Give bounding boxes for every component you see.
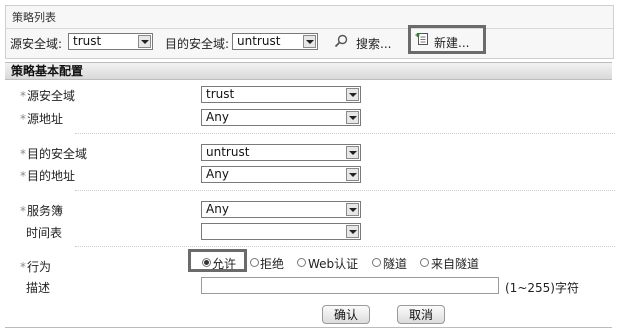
- search-label: 搜索...: [356, 37, 392, 51]
- action-from-tunnel-radio[interactable]: [420, 258, 429, 267]
- chevron-down-icon[interactable]: [346, 203, 359, 216]
- chevron-down-icon[interactable]: [346, 111, 359, 124]
- dst-addr-label: *目的地址: [20, 167, 75, 184]
- cancel-button[interactable]: 取消: [397, 305, 445, 324]
- dst-zone-filter-value: untrust: [237, 34, 281, 48]
- src-zone-label: *源安全域: [20, 87, 75, 104]
- new-document-icon: [415, 33, 428, 45]
- service-select[interactable]: Any: [201, 201, 361, 218]
- required-mark: *: [20, 204, 26, 218]
- action-allow-label[interactable]: 允许: [212, 255, 236, 272]
- section-title: 策略基本配置: [11, 64, 84, 78]
- service-label-text: 服务簿: [27, 204, 64, 218]
- src-zone-value: trust: [206, 87, 235, 101]
- chevron-down-icon[interactable]: [346, 225, 359, 238]
- description-label: 描述: [26, 281, 51, 295]
- required-mark: *: [20, 169, 26, 183]
- required-mark: *: [20, 89, 26, 103]
- src-addr-select[interactable]: Any: [201, 109, 361, 126]
- schedule-label: 时间表: [26, 226, 63, 240]
- dst-zone-label-text: 目的安全域: [27, 147, 88, 161]
- dst-addr-value: Any: [206, 167, 229, 181]
- required-mark: *: [20, 147, 26, 161]
- search-icon: [334, 34, 348, 48]
- service-label: *服务簿: [20, 202, 63, 219]
- policy-list-panel: 策略列表: [5, 5, 614, 59]
- chevron-down-icon[interactable]: [346, 146, 359, 159]
- schedule-select[interactable]: [201, 223, 361, 240]
- src-zone-label-text: 源安全域: [27, 89, 76, 103]
- action-tunnel-radio[interactable]: [372, 258, 381, 267]
- chevron-down-icon[interactable]: [138, 35, 151, 48]
- dst-zone-filter-label: 目的安全域:: [165, 37, 230, 51]
- action-allow-radio[interactable]: [202, 258, 211, 267]
- divider: [5, 327, 612, 328]
- action-deny-radio[interactable]: [250, 258, 259, 267]
- action-deny-label[interactable]: 拒绝: [260, 255, 284, 272]
- divider: [75, 246, 615, 247]
- dst-zone-label: *目的安全域: [20, 145, 87, 162]
- search-button[interactable]: 搜索...: [332, 31, 402, 51]
- src-addr-value: Any: [206, 110, 229, 124]
- description-length-hint: (1~255)字符: [505, 281, 579, 295]
- action-web-auth-label[interactable]: Web认证: [308, 255, 358, 272]
- divider: [75, 190, 615, 191]
- action-label: *行为: [20, 258, 51, 275]
- src-addr-label-text: 源地址: [27, 112, 64, 126]
- divider: [6, 28, 613, 29]
- new-label: 新建...: [434, 36, 470, 50]
- section-header: 策略基本配置: [5, 62, 612, 80]
- new-button[interactable]: 新建...: [412, 29, 482, 50]
- action-from-tunnel-label[interactable]: 来自隧道: [431, 255, 479, 272]
- required-mark: *: [20, 260, 26, 274]
- src-zone-select[interactable]: trust: [201, 86, 361, 103]
- confirm-button[interactable]: 确认: [322, 305, 370, 324]
- dst-zone-select[interactable]: untrust: [201, 144, 361, 161]
- dst-zone-value: untrust: [206, 145, 250, 159]
- src-zone-filter-select[interactable]: trust: [68, 33, 153, 50]
- dst-addr-select[interactable]: Any: [201, 166, 361, 183]
- src-addr-label: *源地址: [20, 110, 63, 127]
- required-mark: *: [20, 112, 26, 126]
- src-zone-filter-value: trust: [73, 34, 102, 48]
- chevron-down-icon[interactable]: [346, 168, 359, 181]
- policy-list-title: 策略列表: [12, 11, 56, 24]
- dst-zone-filter-select[interactable]: untrust: [232, 33, 318, 50]
- src-zone-filter-label: 源安全域:: [10, 37, 63, 51]
- service-value: Any: [206, 202, 229, 216]
- action-tunnel-label[interactable]: 隧道: [383, 255, 407, 272]
- action-label-text: 行为: [27, 260, 52, 274]
- divider: [75, 133, 615, 134]
- chevron-down-icon[interactable]: [303, 35, 316, 48]
- dst-addr-label-text: 目的地址: [27, 169, 76, 183]
- action-web-auth-radio[interactable]: [297, 258, 306, 267]
- chevron-down-icon[interactable]: [346, 88, 359, 101]
- description-input[interactable]: [201, 277, 499, 294]
